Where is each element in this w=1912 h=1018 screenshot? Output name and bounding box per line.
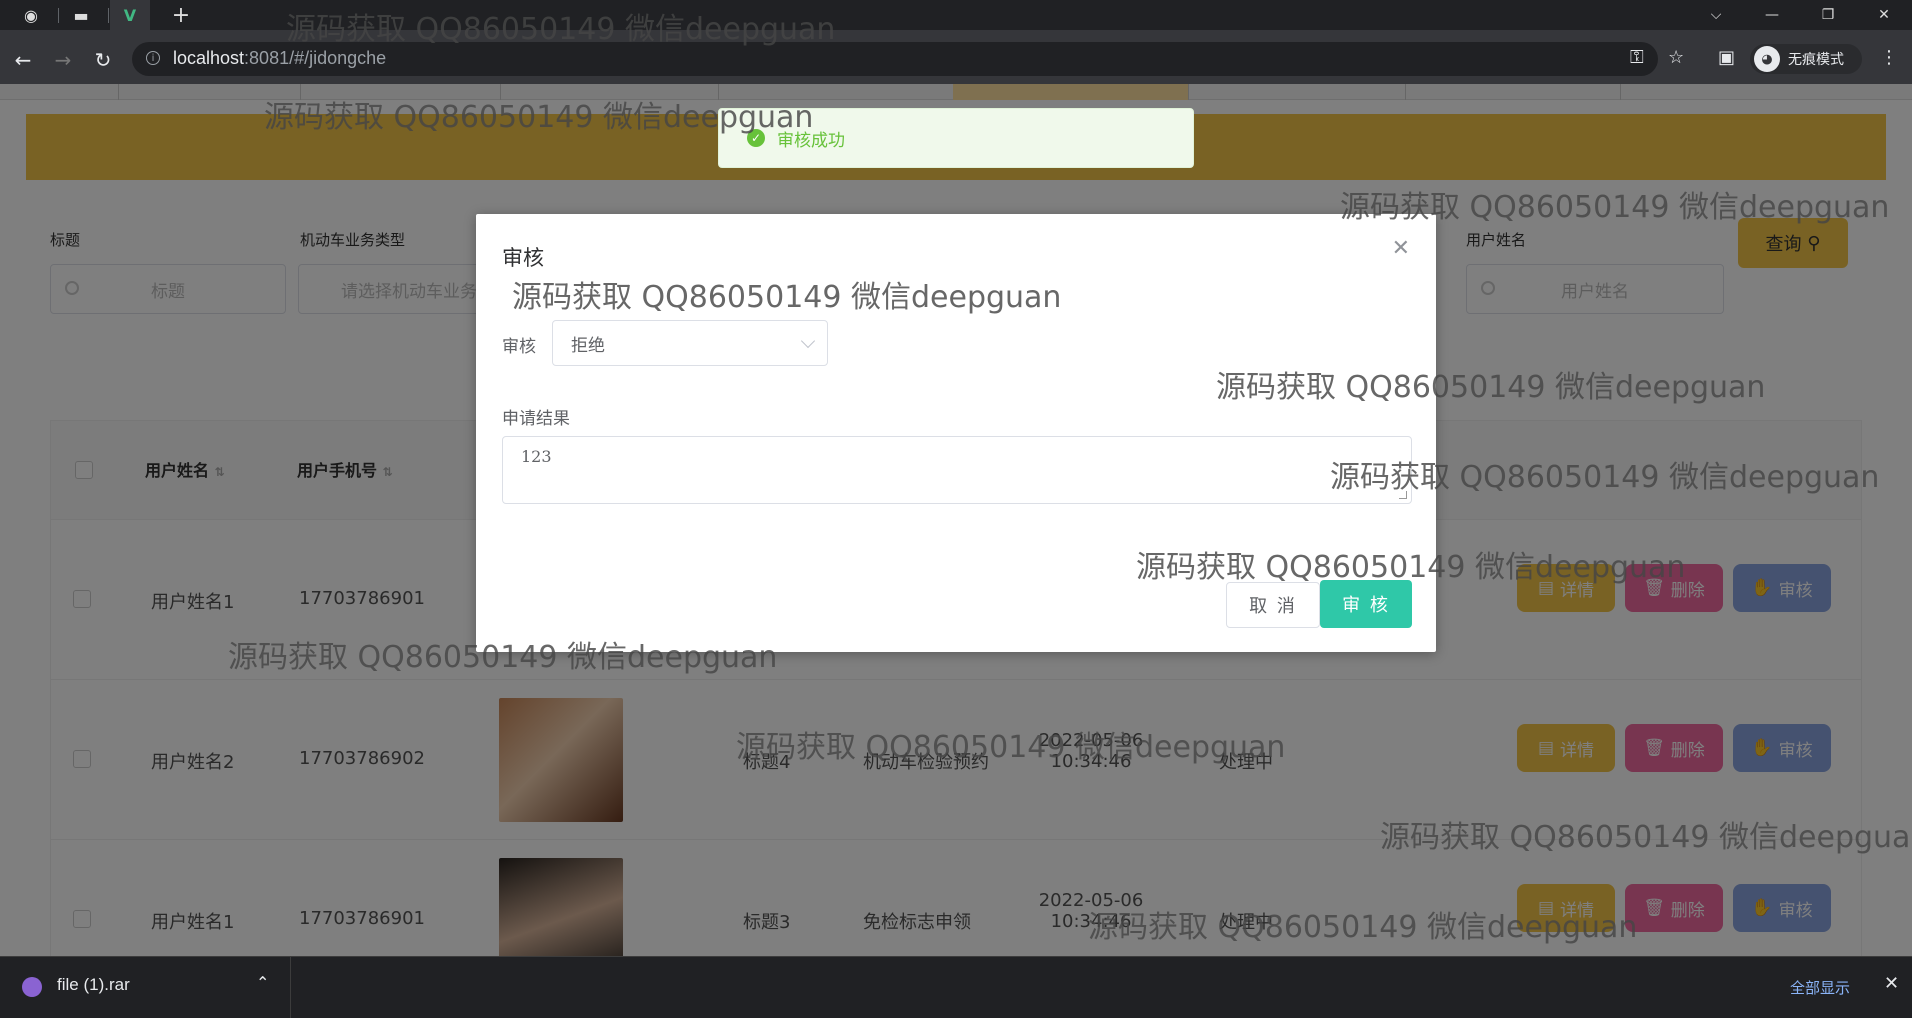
audit-select[interactable]: 拒绝 <box>552 320 828 366</box>
info-icon[interactable]: i <box>146 51 160 65</box>
chevron-up-icon[interactable]: ⌃ <box>256 973 269 992</box>
download-filename[interactable]: file (1).rar <box>57 975 130 995</box>
chevron-down-icon: ⌵ <box>1710 7 1722 23</box>
check-circle-icon: ✓ <box>747 129 765 147</box>
restore-button[interactable]: ❐ <box>1800 0 1856 30</box>
menu-icon[interactable]: ⋮ <box>1880 47 1898 68</box>
close-icon[interactable]: ✕ <box>1392 236 1410 261</box>
cancel-button[interactable]: 取 消 <box>1226 582 1320 628</box>
incognito-icon: ◕ <box>1754 46 1780 72</box>
chevron-down-icon <box>800 333 816 349</box>
window-icon: ▬ <box>73 5 89 25</box>
minimize-button[interactable]: — <box>1744 0 1800 30</box>
globe-icon: ◉ <box>24 5 38 25</box>
tab-globe[interactable]: ◉ <box>14 0 48 30</box>
confirm-audit-button[interactable]: 审 核 <box>1320 580 1412 628</box>
result-label: 申请结果 <box>502 409 570 429</box>
minimize-icon: — <box>1765 7 1779 23</box>
url-text[interactable]: localhost:8081/#/jidongche <box>173 48 386 69</box>
tab-page[interactable]: ▬ <box>64 0 98 30</box>
restore-icon: ❐ <box>1821 7 1835 23</box>
tab-bar: ◉ ▬ V + ⌵ — ❐ ✕ <box>0 0 1912 30</box>
success-toast: ✓ 审核成功 <box>718 108 1194 168</box>
close-icon: ✕ <box>1878 7 1890 23</box>
forward-button[interactable]: → <box>48 47 78 73</box>
key-icon[interactable]: ⚿ <box>1630 47 1644 68</box>
star-icon[interactable]: ☆ <box>1668 47 1684 68</box>
sidebar-icon[interactable]: ▣ <box>1718 47 1735 68</box>
reload-icon: ↻ <box>94 48 112 72</box>
incognito-label: 无痕模式 <box>1788 52 1844 68</box>
tab-vue[interactable]: V <box>110 0 150 30</box>
back-button[interactable]: ← <box>8 47 38 73</box>
download-bar: file (1).rar ⌃ 全部显示 ✕ <box>0 956 1912 1018</box>
rar-file-icon <box>22 977 42 997</box>
tab-search-button[interactable]: ⌵ <box>1688 0 1744 30</box>
dialog-title: 审核 <box>502 246 544 270</box>
new-tab-button[interactable]: + <box>166 0 196 30</box>
audit-label: 审核 <box>502 337 536 357</box>
result-textarea[interactable]: 123 <box>502 436 1412 504</box>
close-window-button[interactable]: ✕ <box>1856 0 1912 30</box>
arrow-left-icon: ← <box>14 48 32 72</box>
vue-icon: V <box>123 5 137 25</box>
show-all-downloads-link[interactable]: 全部显示 <box>1790 977 1850 998</box>
close-icon[interactable]: ✕ <box>1884 973 1899 994</box>
resize-handle[interactable] <box>1399 491 1407 499</box>
arrow-right-icon: → <box>54 48 72 72</box>
toast-message: 审核成功 <box>777 130 845 151</box>
reload-button[interactable]: ↻ <box>88 47 118 73</box>
plus-icon: + <box>171 2 191 28</box>
incognito-indicator[interactable]: ◕ 无痕模式 <box>1750 44 1862 74</box>
audit-dialog: 审核 ✕ 审核 拒绝 申请结果 123 取 消 审 核 <box>476 214 1436 652</box>
